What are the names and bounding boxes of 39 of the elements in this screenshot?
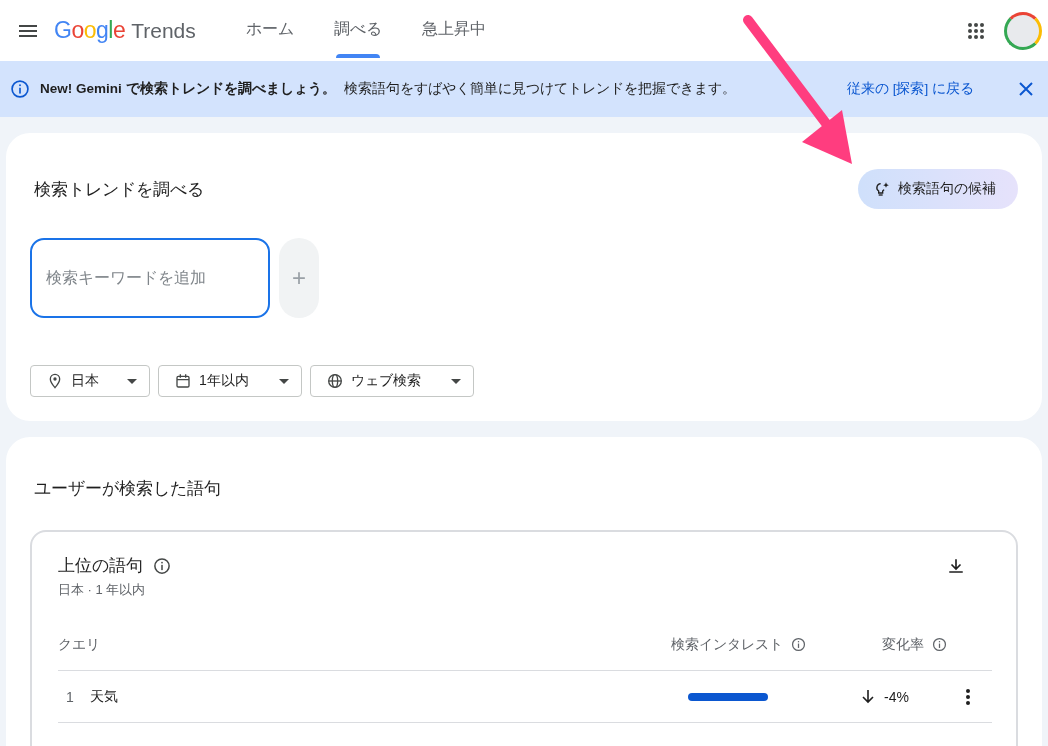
download-icon bbox=[947, 557, 965, 575]
column-header: 検索インタレスト bbox=[671, 635, 783, 654]
more-options-icon bbox=[966, 688, 970, 705]
caret-icon bbox=[127, 378, 137, 384]
bulb-sparkle-icon bbox=[874, 181, 890, 197]
close-icon bbox=[1019, 82, 1033, 96]
nav-tab[interactable]: 調べる bbox=[313, 0, 402, 61]
column-header: クエリ bbox=[58, 635, 101, 654]
logo[interactable]: Google Trends bbox=[54, 17, 196, 44]
info-icon bbox=[10, 79, 30, 99]
info-icon bbox=[153, 556, 171, 575]
change-value: -4% bbox=[884, 688, 909, 705]
nav-tab[interactable]: 急上昇中 bbox=[401, 0, 506, 61]
filter-dropdown[interactable]: 1年以内 bbox=[158, 365, 302, 397]
filter-dropdown[interactable]: 日本 bbox=[30, 365, 150, 397]
calendar-icon bbox=[175, 373, 191, 389]
globe-icon bbox=[327, 373, 343, 389]
section-title: ユーザーが検索した語句 bbox=[33, 478, 222, 500]
caret-icon bbox=[451, 378, 461, 384]
suggest-terms-button[interactable]: 検索語句の候補 bbox=[858, 169, 1018, 209]
avatar[interactable] bbox=[1004, 11, 1042, 50]
menu-icon bbox=[19, 24, 37, 37]
column-header: 変化率 bbox=[882, 635, 924, 654]
info-icon bbox=[932, 637, 947, 652]
nav-tab[interactable]: ホーム bbox=[225, 0, 314, 61]
query-text[interactable]: 天気 bbox=[90, 687, 666, 706]
search-field[interactable]: 検索キーワードを追加 bbox=[30, 238, 270, 318]
rank-number: 1 bbox=[65, 688, 75, 705]
grid-icon bbox=[967, 21, 985, 40]
classic-explore-link[interactable]: 従来の [探索] に戻る bbox=[847, 80, 974, 98]
panel-subtitle: 日本 · 1 年以内 bbox=[58, 581, 147, 599]
info-icon bbox=[791, 637, 806, 652]
card-title: 検索トレンドを調べる bbox=[34, 178, 204, 201]
down-arrow-icon bbox=[862, 689, 874, 704]
panel-title: 上位の語句 bbox=[58, 555, 143, 577]
location-pin-icon bbox=[47, 373, 63, 389]
banner-text: New! Gemini で検索トレンドを調べましょう。 検索語句をすばやく簡単に見つけてトレンドを把握できます。 bbox=[40, 80, 736, 98]
caret-icon bbox=[279, 378, 289, 384]
filter-dropdown[interactable]: ウェブ検索 bbox=[310, 365, 474, 397]
